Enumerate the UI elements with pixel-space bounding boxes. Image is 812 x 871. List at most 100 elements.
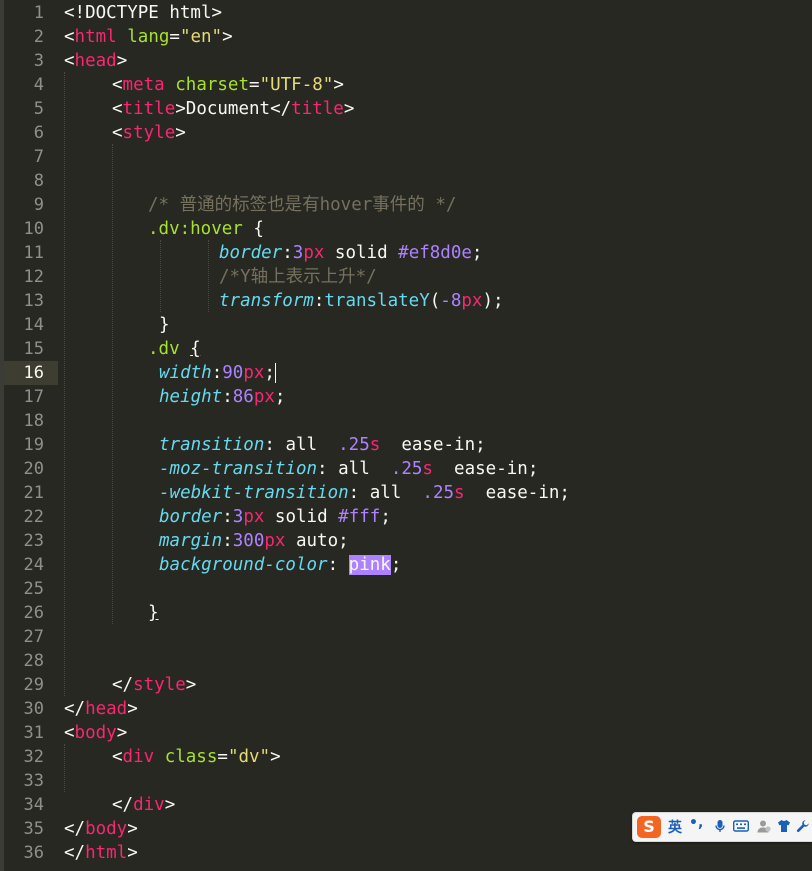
tag-name: div [133, 795, 165, 815]
line-number: 25 [23, 579, 44, 599]
ime-punctuation-toggle[interactable]: •, [689, 815, 703, 831]
punctuation: < [112, 123, 123, 143]
css-property: height [159, 387, 223, 407]
css-property: background-color [159, 555, 328, 575]
css-color-value: #fff [338, 507, 381, 527]
code-line-11: border:3px solid #ef8d0e; [219, 241, 482, 265]
code-line-16: width:90px; [159, 361, 276, 385]
punctuation: : [222, 507, 233, 527]
line-number: 23 [23, 531, 44, 551]
line-number: 14 [23, 315, 44, 335]
punctuation: : [211, 363, 223, 383]
code-line-5: <title>Document</title> [112, 97, 354, 121]
punctuation: < [112, 75, 123, 95]
selected-color-value[interactable]: pink [348, 555, 391, 575]
line-number: 20 [23, 459, 44, 479]
punctuation: </ [112, 675, 134, 695]
code-line-32: <div class="dv"> [112, 745, 281, 769]
line-number: 33 [23, 771, 44, 791]
code-line-19: transition: all .25s ease-in; [159, 433, 486, 457]
punctuation: </ [64, 843, 86, 863]
line-number: 3 [33, 51, 44, 71]
punctuation: < [64, 723, 75, 743]
punctuation: = [217, 747, 228, 767]
line-number: 11 [23, 243, 44, 263]
css-unit: px [303, 243, 325, 263]
indent-guide [208, 240, 209, 312]
css-keyword: all [285, 435, 318, 455]
code-line-17: height:86px; [159, 385, 285, 409]
punctuation: : [222, 531, 233, 551]
sogou-s-icon[interactable]: S [637, 816, 661, 838]
code-line-14: } [159, 313, 170, 337]
punctuation: ; [264, 363, 275, 383]
code-line-9: /* 普通的标签也是有hover事件的 */ [148, 193, 456, 217]
punctuation: > [175, 99, 186, 119]
line-number: 4 [33, 75, 44, 95]
line-number: 17 [23, 387, 44, 407]
code-line-29: </style> [112, 673, 196, 697]
css-property: -moz-transition [159, 459, 318, 479]
punctuation: > [343, 99, 355, 119]
indent-guide [64, 744, 65, 792]
line-number: 21 [23, 483, 44, 503]
punctuation: </ [64, 699, 86, 719]
punctuation: < [112, 99, 123, 119]
ime-language-toggle[interactable]: 英 [668, 817, 682, 837]
line-number: 8 [33, 171, 44, 191]
microphone-icon[interactable] [713, 819, 727, 833]
user-icon[interactable] [757, 819, 771, 833]
doctype-declaration: <!DOCTYPE html> [64, 3, 223, 23]
punctuation: > [222, 27, 233, 47]
tag-name: head [85, 699, 128, 719]
code-line-2: <html lang="en"> [64, 25, 233, 49]
code-line-26: } [148, 601, 159, 625]
punctuation: > [116, 723, 128, 743]
tag-name: body [85, 819, 128, 839]
css-property: margin [159, 531, 223, 551]
code-line-36: </html> [64, 841, 138, 865]
css-unit: px [243, 363, 265, 383]
line-number: 28 [23, 651, 44, 671]
line-number: 30 [23, 699, 44, 719]
css-number: 90 [222, 363, 244, 383]
tag-name: title [291, 99, 344, 119]
indent-guide [64, 72, 65, 696]
css-number: 3 [292, 243, 304, 263]
tag-name: div [122, 747, 155, 767]
punctuation: </ [112, 795, 134, 815]
css-property: transition [159, 435, 265, 455]
tag-name: head [74, 51, 117, 71]
punctuation: < [112, 747, 123, 767]
line-number: 13 [23, 291, 44, 311]
punctuation: ; [559, 483, 570, 503]
line-number: 12 [23, 267, 44, 287]
brace: { [242, 219, 264, 239]
wrench-icon[interactable] [796, 819, 810, 833]
css-property: -webkit-transition [159, 483, 349, 503]
indent-guide [160, 240, 161, 312]
punctuation: > [127, 843, 138, 863]
keyboard-icon[interactable] [733, 819, 749, 833]
attribute-name: charset [175, 75, 250, 95]
punctuation: > [185, 675, 197, 695]
css-unit: s [454, 483, 465, 503]
line-number: 26 [23, 603, 44, 623]
code-editor[interactable]: 1 2 3 4 5 6 7 8 9 10 11 12 13 14 15 16 17 18 19 20 21 22 23 24 2… [0, 0, 812, 871]
ime-toolbar[interactable]: S 英 •, [632, 812, 812, 842]
punctuation: ; [390, 555, 402, 575]
code-area[interactable]: <!DOCTYPE html> <html lang="en"> <head> … [58, 0, 812, 871]
punctuation: > [127, 699, 138, 719]
brace: } [159, 315, 170, 335]
string-value: "dv" [227, 747, 271, 767]
punctuation: > [164, 795, 176, 815]
punctuation: < [64, 27, 75, 47]
shirt-icon[interactable] [777, 819, 791, 833]
css-unit: px [264, 531, 286, 551]
punctuation: ; [527, 459, 539, 479]
code-line-34: </div> [112, 793, 175, 817]
css-keyword: solid [264, 507, 339, 527]
